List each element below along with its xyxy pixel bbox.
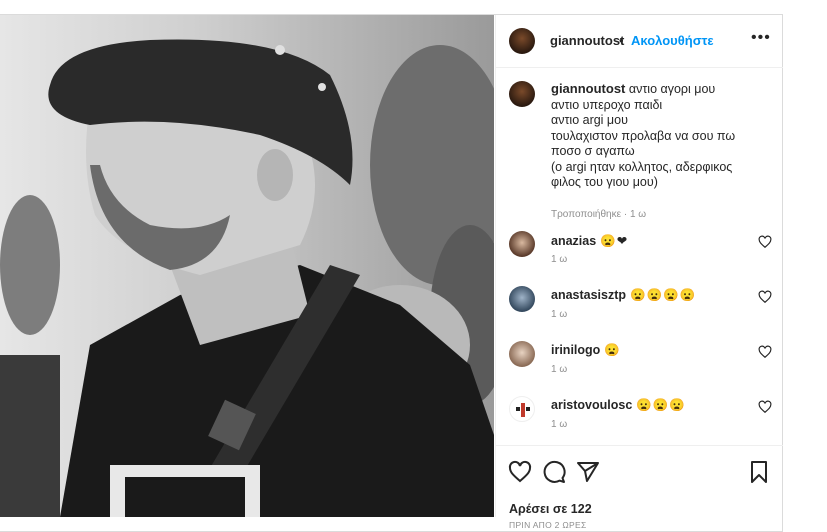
post-photo[interactable] <box>0 15 494 517</box>
heart-icon[interactable] <box>758 235 772 249</box>
caption-line: (ο argi ηταν κολλητος, αδερφικος <box>551 159 733 174</box>
more-horizontal-icon[interactable]: ••• <box>751 29 771 47</box>
comment-username[interactable]: anazias <box>551 234 596 248</box>
comment-username[interactable]: anastasisztp <box>551 288 626 302</box>
likes-count[interactable]: Αρέσει σε 122 <box>509 502 592 516</box>
comment-time[interactable]: 1 ω <box>551 309 567 320</box>
comment-time[interactable]: 1 ω <box>551 254 567 265</box>
commenter-avatar[interactable] <box>509 286 535 312</box>
comment-text: 😦 <box>604 343 621 357</box>
avatar[interactable] <box>509 28 535 54</box>
heart-icon[interactable] <box>758 400 772 414</box>
like-heart-icon[interactable] <box>508 460 532 484</box>
photo-man-bucket-hat <box>0 15 494 517</box>
caption-line: αντιο υπεροχο παιδι <box>551 97 663 112</box>
commenter-avatar[interactable] <box>509 341 535 367</box>
separator-dot: • <box>619 33 624 48</box>
comment-item: irinilogo 😦 1 ω <box>509 341 779 381</box>
caption-line: αντιο αγορι μου <box>628 82 716 96</box>
heart-icon[interactable] <box>758 345 772 359</box>
comment-username[interactable]: aristovoulosc <box>551 398 632 412</box>
caption-line: τουλαχιστον προλαβα να σου πω <box>551 128 736 143</box>
comment-item: anastasisztp 😦😦😦😦 1 ω <box>509 286 779 326</box>
commenter-avatar[interactable] <box>509 396 535 422</box>
caption-line: φιλος του γιου μου) <box>551 175 658 189</box>
comment-text: 😦😦😦😦 <box>630 288 697 302</box>
caption-avatar[interactable] <box>509 81 535 107</box>
share-send-icon[interactable] <box>576 460 600 484</box>
post-header: giannoutost • Ακολουθήστε ••• <box>496 15 783 68</box>
caption-username[interactable]: giannoutost <box>551 81 625 96</box>
comment-body: anazias 😦❤ <box>551 233 628 249</box>
comment-body: anastasisztp 😦😦😦😦 <box>551 288 696 303</box>
commenter-avatar[interactable] <box>509 231 535 257</box>
comment-item: aristovoulosc 😦😦😦 1 ω <box>509 396 779 436</box>
comment-username[interactable]: irinilogo <box>551 343 600 357</box>
comment-item: anazias 😦❤ 1 ω <box>509 231 779 271</box>
love-logo-icon <box>516 403 530 417</box>
post-time-ago[interactable]: ΠΡΙΝ ΑΠΟ 2 ΩΡΕΣ <box>509 520 587 530</box>
bookmark-icon[interactable] <box>747 460 771 484</box>
comment-body: aristovoulosc 😦😦😦 <box>551 398 686 413</box>
caption-text: giannoutost αντιο αγορι μου αντιο υπεροχ… <box>551 81 776 191</box>
comment-bubble-icon[interactable] <box>542 460 566 484</box>
action-bar: Αρέσει σε 122 ΠΡΙΝ ΑΠΟ 2 ΩΡΕΣ <box>496 445 783 530</box>
post-sidebar: giannoutost • Ακολουθήστε ••• giannoutos… <box>495 15 783 530</box>
follow-button[interactable]: Ακολουθήστε <box>631 33 714 48</box>
heart-icon[interactable] <box>758 290 772 304</box>
caption-line: αντιο argi μου <box>551 113 628 127</box>
edited-timestamp: Τροποποιήθηκε · 1 ω <box>551 209 647 220</box>
comment-time[interactable]: 1 ω <box>551 364 567 375</box>
caption-line: ποσο σ αγαπω <box>551 144 635 158</box>
comment-text: 😦❤ <box>600 234 629 248</box>
instagram-post: giannoutost • Ακολουθήστε ••• giannoutos… <box>0 14 783 532</box>
comment-text: 😦😦😦 <box>636 398 686 412</box>
comment-body: irinilogo 😦 <box>551 343 621 358</box>
comment-time[interactable]: 1 ω <box>551 419 567 430</box>
header-username[interactable]: giannoutost <box>550 33 624 48</box>
